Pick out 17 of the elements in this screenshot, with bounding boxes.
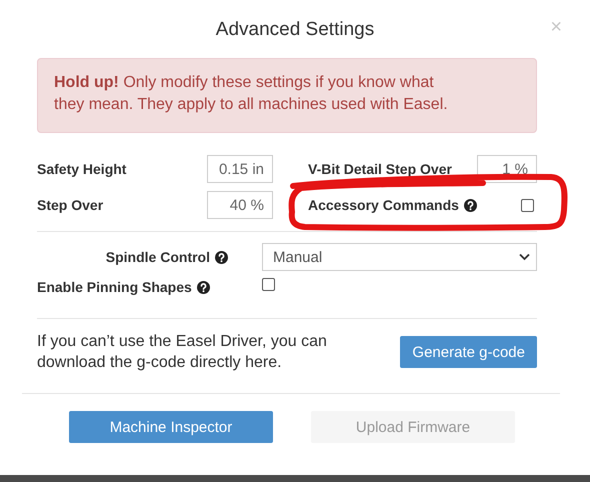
warning-message: Hold up! Only modify these settings if you know what they mean. They apply to all machines used with Easel. [37, 58, 537, 133]
setting-label: Step Over [37, 197, 104, 213]
footer-button[interactable]: Machine Inspector [69, 411, 273, 443]
dialog-title: Advanced Settings [216, 18, 374, 41]
input-field[interactable]: 40 % [207, 191, 273, 219]
setting-label: Accessory Commands [308, 197, 459, 213]
spindle-control-dropdown[interactable]: Manual [262, 243, 537, 271]
setting-label: Enable Pinning Shapes [37, 279, 192, 295]
setting-label: Spindle Control [106, 249, 210, 265]
generate-gcode-button[interactable]: Generate g-code [400, 336, 537, 368]
setting-label: Safety Height [37, 161, 126, 177]
input-field[interactable]: 0.15 in [207, 155, 273, 183]
checkbox[interactable] [262, 278, 275, 291]
checkbox[interactable] [521, 198, 534, 212]
chevron-down-icon [519, 253, 530, 261]
setting-label: V-Bit Detail Step Over [308, 161, 452, 177]
gcode-description: If you can’t use the Easel Driver, you can download the g-code directly here. [37, 332, 328, 373]
